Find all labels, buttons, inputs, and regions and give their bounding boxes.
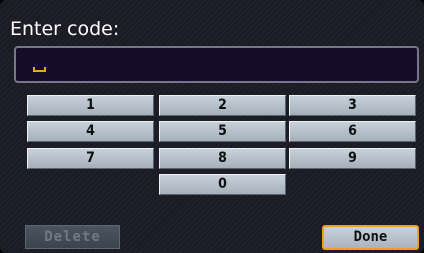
key-3[interactable]: 3 (289, 95, 416, 116)
key-0[interactable]: 0 (159, 174, 286, 195)
done-button[interactable]: Done (322, 225, 419, 250)
key-1[interactable]: 1 (27, 95, 154, 116)
delete-button[interactable]: Delete (25, 225, 120, 249)
key-7[interactable]: 7 (27, 148, 154, 169)
page-title: Enter code: (10, 18, 120, 40)
text-cursor-icon (33, 67, 46, 72)
code-input-field[interactable] (14, 46, 419, 83)
key-5[interactable]: 5 (159, 121, 286, 142)
key-9[interactable]: 9 (289, 148, 416, 169)
key-8[interactable]: 8 (159, 148, 286, 169)
key-2[interactable]: 2 (159, 95, 286, 116)
key-6[interactable]: 6 (289, 121, 416, 142)
key-4[interactable]: 4 (27, 121, 154, 142)
code-entry-screen: Enter code: 1 2 3 4 5 6 7 8 9 0 Delete D… (0, 0, 424, 253)
